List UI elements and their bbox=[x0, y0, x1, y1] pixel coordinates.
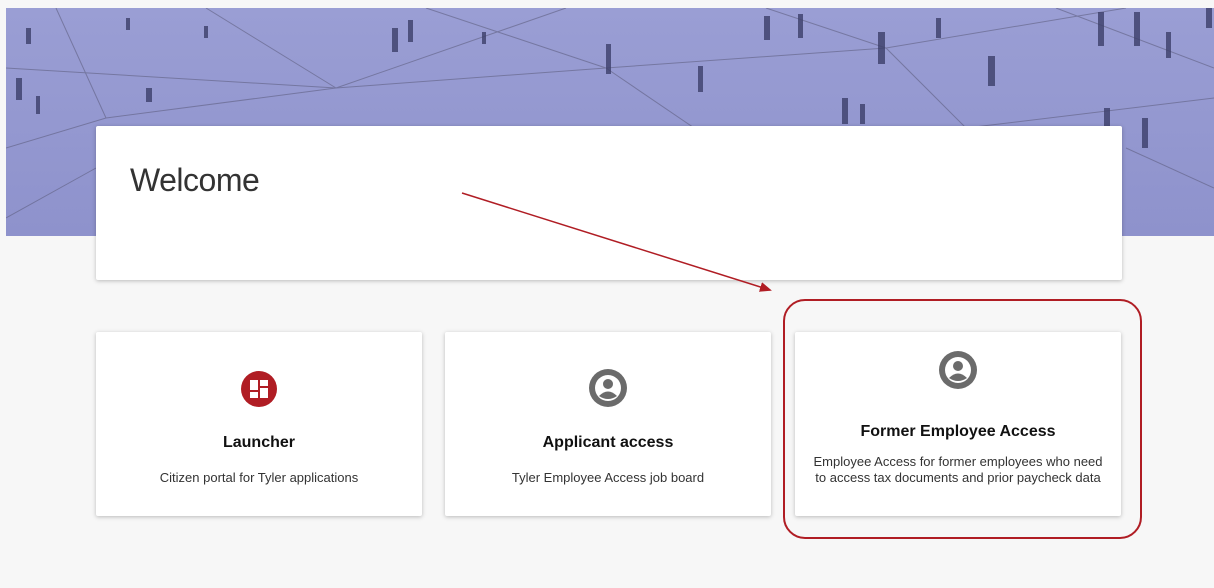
welcome-title: Welcome bbox=[130, 162, 260, 198]
highlight-box bbox=[783, 299, 1142, 539]
applicant-access-tile[interactable]: Applicant access Tyler Employee Access j… bbox=[445, 332, 771, 516]
tile-description: Citizen portal for Tyler applications bbox=[159, 470, 359, 485]
account-circle-icon bbox=[589, 369, 627, 407]
welcome-card: Welcome bbox=[96, 126, 1122, 280]
launcher-grid-icon bbox=[241, 371, 277, 407]
tile-title: Applicant access bbox=[542, 434, 674, 451]
tile-title: Launcher bbox=[222, 434, 295, 451]
tile-description: Tyler Employee Access job board bbox=[511, 470, 705, 485]
launcher-tile[interactable]: Launcher Citizen portal for Tyler applic… bbox=[96, 332, 422, 516]
